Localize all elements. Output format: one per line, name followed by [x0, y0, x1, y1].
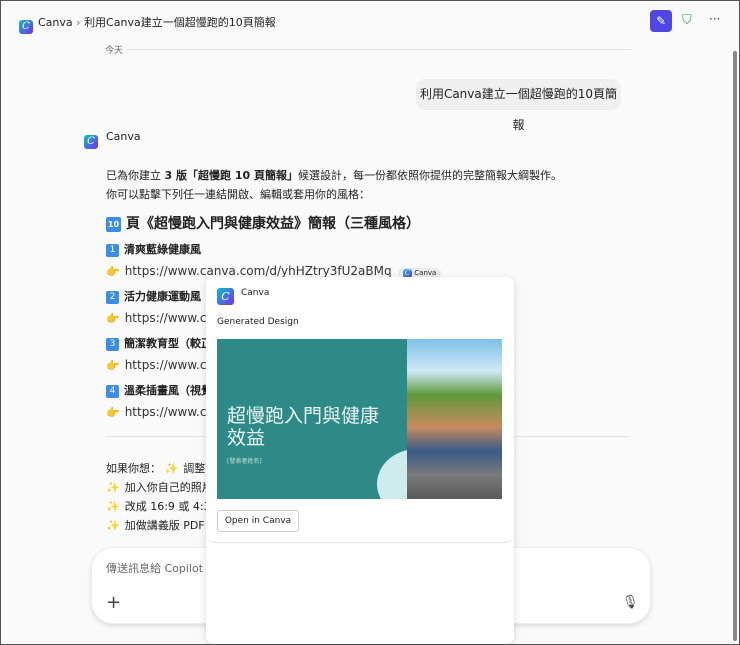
assistant-avatar: C [84, 129, 98, 149]
design-link[interactable]: https://www.canva.com/d/yhHZtry3fU2aBMq [125, 264, 392, 278]
user-message: 利用Canva建立一個超慢跑的10頁簡報 [416, 79, 621, 132]
breadcrumb: Canva › 利用Canva建立一個超慢跑的10頁簡報 [38, 14, 276, 30]
new-chat-button[interactable]: ✎ [650, 10, 672, 32]
runners-image [407, 339, 502, 499]
shield-icon[interactable]: ⛉ [682, 13, 692, 28]
sparkle-icon: ✨ [106, 500, 120, 513]
popup-app-name: Canva [241, 288, 270, 298]
pointing-hand-icon: 👉 [106, 406, 120, 419]
pointing-hand-icon: 👉 [106, 359, 120, 372]
list-item: 1 清爽藍綠健康風 [106, 241, 441, 264]
message-input[interactable]: 傳送訊息給 Copilot [106, 560, 203, 576]
pointing-hand-icon: 👉 [106, 265, 120, 278]
app-logo: C [19, 14, 33, 34]
slide-subtitle: [發表者姓名] [227, 458, 262, 465]
design-thumbnail[interactable]: 超慢跑入門與健康效益 [發表者姓名] [217, 339, 502, 499]
followup-list: 如果你想： ✨ 調整配 ✨ 加入你自己的照片 ✨ 改成 16:9 或 4:3 ✨ 加做講… [106, 462, 217, 532]
scrollbar[interactable] [733, 51, 737, 641]
add-icon[interactable]: + [106, 592, 121, 613]
popup-label: Generated Design [217, 317, 299, 327]
open-in-canva-button[interactable]: Open in Canva [217, 510, 299, 532]
design-preview-popup: C Canva Generated Design 超慢跑入門與健康效益 [發表者… [206, 277, 514, 644]
divider [127, 49, 631, 50]
more-options-icon[interactable]: ··· [709, 12, 720, 26]
intro-text: 已為你建立 3 版「超慢跑 10 頁簡報」候選設計，每一份都依照你提供的完整簡報… [106, 169, 562, 201]
sparkle-icon: ✨ [106, 519, 120, 532]
breadcrumb-app[interactable]: Canva [38, 16, 73, 29]
microphone-icon[interactable]: 🎙 [622, 595, 639, 610]
slide-title: 超慢跑入門與健康效益 [227, 405, 380, 449]
assistant-name: Canva [106, 130, 141, 143]
popup-app-logo: C [217, 285, 234, 305]
sparkle-icon: ✨ [164, 462, 179, 475]
section-heading: 10 頁《超慢跑入門與健康效益》簡報（三種風格） [106, 216, 420, 232]
pointing-hand-icon: 👉 [106, 312, 120, 325]
date-divider: 今天 [105, 46, 124, 56]
conversation-title: 利用Canva建立一個超慢跑的10頁簡報 [84, 16, 276, 29]
sparkle-icon: ✨ [106, 481, 120, 494]
chevron-right-icon: › [76, 16, 85, 29]
